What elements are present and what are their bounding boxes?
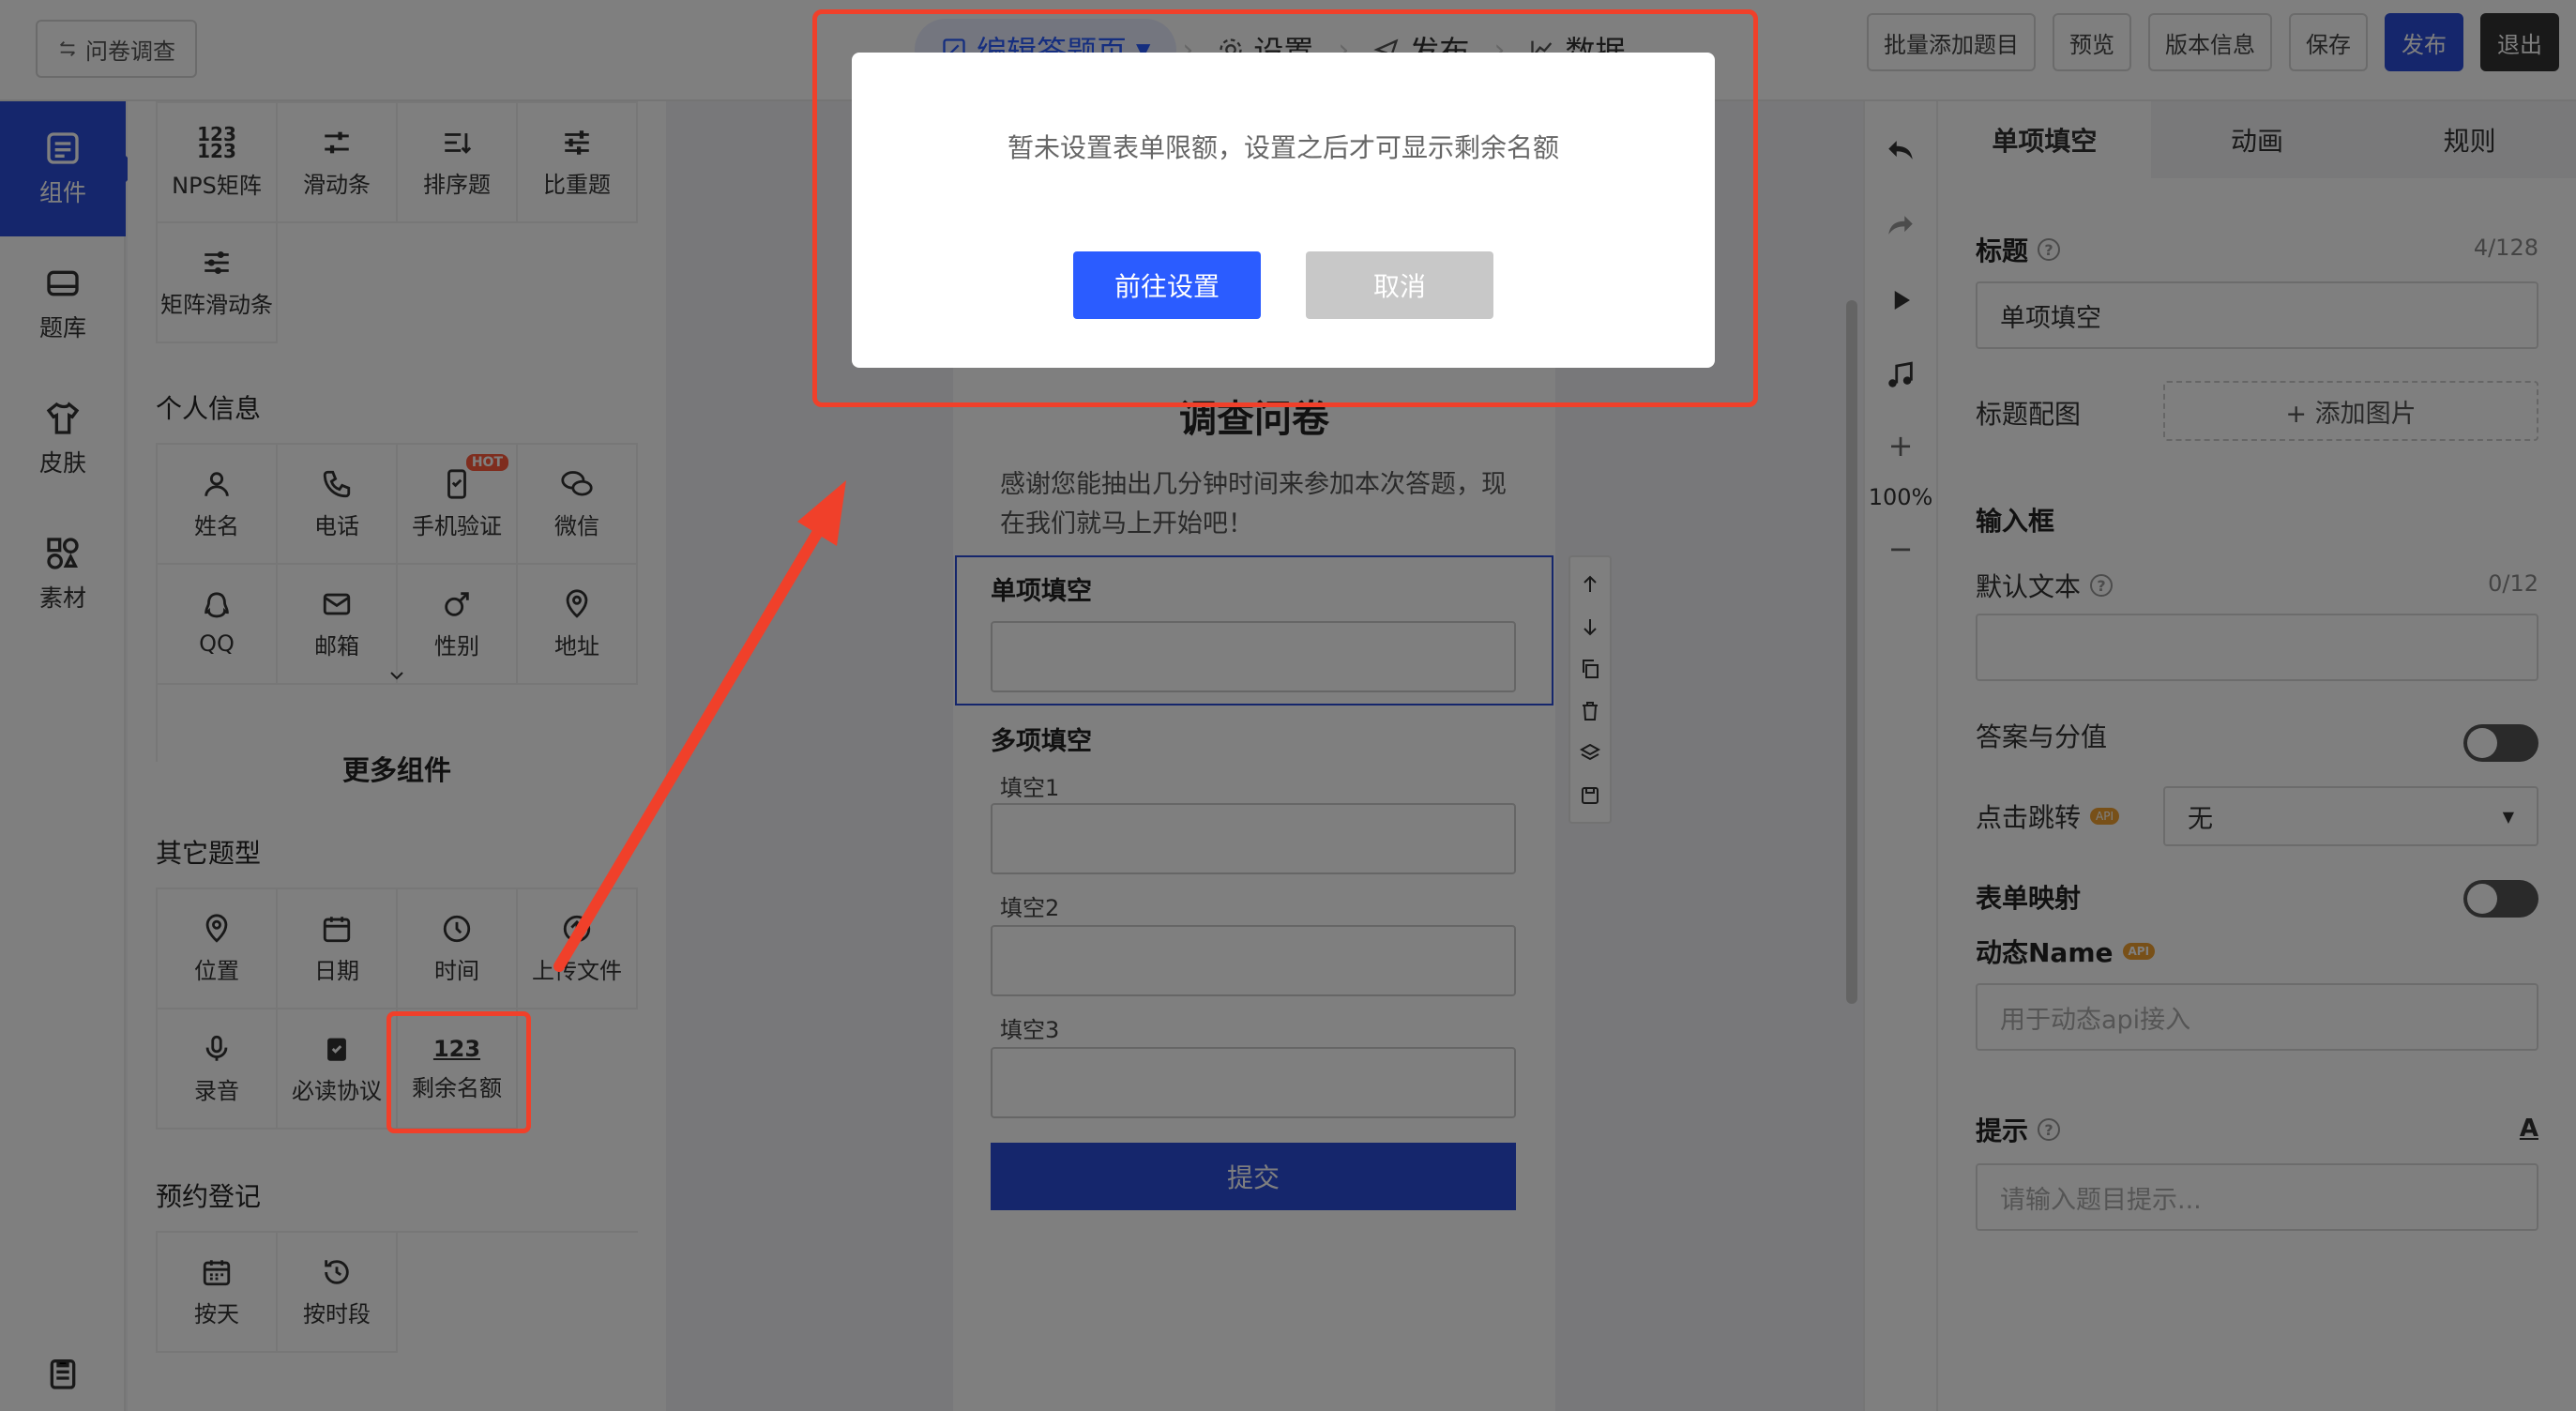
annotation-highlight-dialog [812,9,1758,407]
arrow-shaft [553,520,827,972]
arrow-head [797,480,846,546]
